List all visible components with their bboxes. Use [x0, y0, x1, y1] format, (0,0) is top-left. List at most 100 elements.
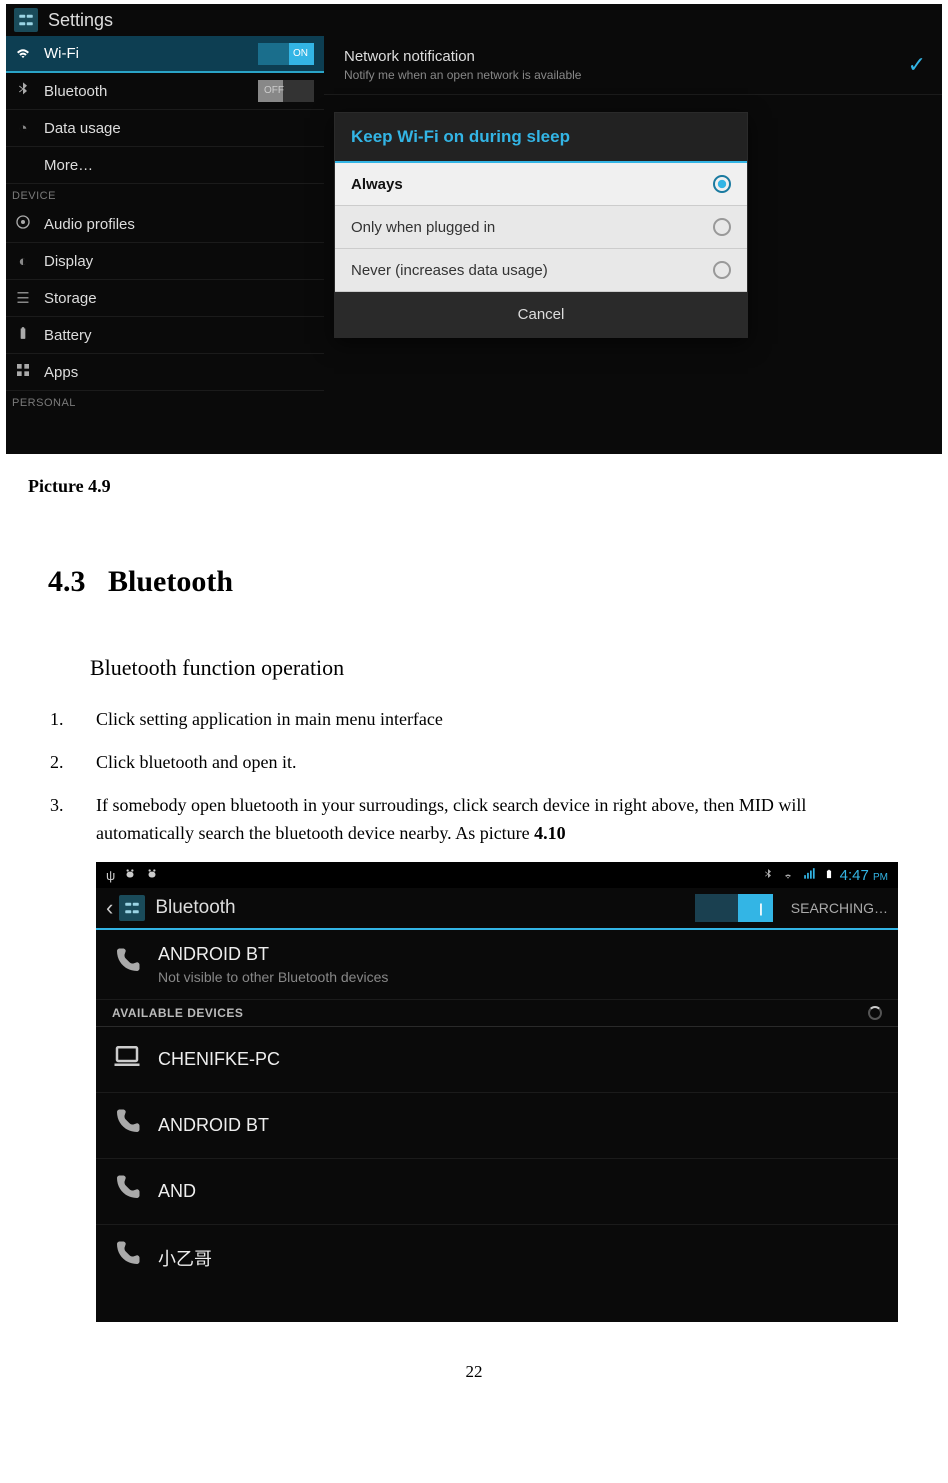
device-name: 小乙哥	[158, 1245, 212, 1271]
device-row[interactable]: ANDROID BT	[96, 1093, 898, 1159]
radio-selected-icon	[713, 175, 731, 193]
bluetooth-searching-status: SEARCHING…	[791, 900, 888, 916]
settings-title: Settings	[48, 10, 113, 31]
network-notification-title: Network notification	[344, 48, 894, 65]
step-number: 3.	[50, 791, 96, 849]
sidebar-item-bluetooth[interactable]: Bluetooth OFF	[6, 73, 324, 110]
status-time: 4:47 PM	[840, 867, 888, 884]
wifi-status-icon	[780, 867, 796, 884]
picture-4-10: ψ 4:	[96, 862, 898, 1322]
sidebar-label-battery: Battery	[44, 327, 314, 344]
sidebar-item-storage[interactable]: ☰ Storage	[6, 280, 324, 317]
back-icon[interactable]: ‹	[106, 895, 113, 921]
available-devices-heading: AVAILABLE DEVICES	[96, 1000, 898, 1027]
device-row[interactable]: AND	[96, 1159, 898, 1225]
settings-sidebar: Wi-Fi ON Bluetooth OFF ◔ Data usage More	[6, 36, 324, 454]
phone-icon	[112, 1173, 158, 1210]
dialog-option-label: Never (increases data usage)	[351, 262, 548, 279]
device-name: AND	[158, 1181, 196, 1202]
section-number: 4.3	[48, 565, 86, 598]
dialog-option-label: Always	[351, 176, 403, 193]
spinner-icon	[868, 1006, 882, 1020]
my-device-name: ANDROID BT	[158, 944, 388, 965]
dialog-cancel-button[interactable]: Cancel	[335, 292, 747, 337]
settings-app-icon	[14, 8, 38, 32]
phone-icon	[112, 1107, 158, 1144]
sidebar-label-audio: Audio profiles	[44, 216, 314, 233]
radio-unselected-icon	[713, 261, 731, 279]
step-3: 3. If somebody open bluetooth in your su…	[50, 791, 948, 849]
settings-content: Network notification Notify me when an o…	[324, 36, 942, 454]
step-text: Click bluetooth and open it.	[96, 748, 948, 777]
status-bar: ψ 4:	[96, 862, 898, 888]
section-heading: 4.3 Bluetooth	[48, 565, 948, 599]
sidebar-label-wifi: Wi-Fi	[44, 45, 248, 62]
wifi-toggle[interactable]: ON	[258, 43, 314, 65]
bluetooth-title: Bluetooth	[155, 897, 694, 919]
step-text: Click setting application in main menu i…	[96, 705, 948, 734]
steps-list: 1. Click setting application in main men…	[50, 705, 948, 848]
battery-icon	[12, 326, 34, 344]
device-row[interactable]: 小乙哥	[96, 1225, 898, 1290]
sidebar-item-apps[interactable]: Apps	[6, 354, 324, 391]
sidebar-label-data-usage: Data usage	[44, 120, 314, 137]
apps-icon	[12, 362, 34, 382]
debug-icon	[145, 867, 159, 884]
bluetooth-icon	[12, 81, 34, 101]
sidebar-item-more[interactable]: More…	[6, 147, 324, 184]
settings-app-icon[interactable]	[119, 895, 145, 921]
sidebar-item-battery[interactable]: Battery	[6, 317, 324, 354]
debug-icon	[123, 867, 137, 884]
signal-icon	[802, 867, 818, 884]
phone-icon	[112, 946, 158, 983]
storage-icon: ☰	[12, 289, 34, 307]
step-number: 2.	[50, 748, 96, 777]
bluetooth-toggle[interactable]: |	[695, 894, 773, 922]
sidebar-item-audio[interactable]: Audio profiles	[6, 206, 324, 243]
dialog-option-label: Only when plugged in	[351, 219, 495, 236]
usb-icon: ψ	[106, 868, 115, 883]
sidebar-item-display[interactable]: ◐ Display	[6, 243, 324, 280]
checkmark-icon[interactable]: ✓	[908, 52, 926, 78]
sidebar-label-storage: Storage	[44, 290, 314, 307]
step-number: 1.	[50, 705, 96, 734]
wifi-icon	[12, 43, 34, 65]
step-2: 2. Click bluetooth and open it.	[50, 748, 948, 777]
dialog-title: Keep Wi-Fi on during sleep	[335, 113, 747, 163]
picture-4-9-caption: Picture 4.9	[28, 476, 948, 497]
settings-titlebar: Settings	[6, 4, 942, 36]
sidebar-item-wifi[interactable]: Wi-Fi ON	[6, 36, 324, 73]
device-name: ANDROID BT	[158, 1115, 269, 1136]
network-notification-subtitle: Notify me when an open network is availa…	[344, 68, 894, 82]
data-usage-icon: ◔	[12, 120, 34, 137]
device-row[interactable]: CHENIFKE-PC	[96, 1027, 898, 1093]
device-name: CHENIFKE-PC	[158, 1049, 280, 1070]
wifi-sleep-dialog: Keep Wi-Fi on during sleep Always Only w…	[334, 112, 748, 338]
network-notification-row[interactable]: Network notification Notify me when an o…	[324, 36, 942, 95]
bluetooth-toggle[interactable]: OFF	[258, 80, 314, 102]
sidebar-heading-device: DEVICE	[6, 184, 324, 206]
phone-icon	[112, 1239, 158, 1276]
display-icon: ◐	[12, 253, 34, 270]
subheading: Bluetooth function operation	[90, 655, 948, 681]
page-number: 22	[0, 1362, 948, 1402]
laptop-icon	[112, 1041, 158, 1078]
section-title: Bluetooth	[108, 565, 233, 598]
dialog-option-plugged[interactable]: Only when plugged in	[335, 206, 747, 249]
sidebar-label-more: More…	[44, 157, 314, 174]
radio-unselected-icon	[713, 218, 731, 236]
sidebar-label-display: Display	[44, 253, 314, 270]
picture-4-9: Settings Wi-Fi ON Bluetooth OFF	[6, 4, 942, 454]
dialog-option-always[interactable]: Always	[335, 163, 747, 206]
sidebar-item-data-usage[interactable]: ◔ Data usage	[6, 110, 324, 147]
sidebar-heading-personal: PERSONAL	[6, 391, 324, 413]
step-text: If somebody open bluetooth in your surro…	[96, 791, 948, 849]
my-device-row[interactable]: ANDROID BT Not visible to other Bluetoot…	[96, 930, 898, 1000]
sidebar-label-apps: Apps	[44, 364, 314, 381]
bluetooth-status-icon	[762, 867, 774, 884]
my-device-subtitle: Not visible to other Bluetooth devices	[158, 969, 388, 985]
dialog-option-never[interactable]: Never (increases data usage)	[335, 249, 747, 292]
audio-icon	[12, 214, 34, 234]
sidebar-label-bluetooth: Bluetooth	[44, 83, 248, 100]
step-1: 1. Click setting application in main men…	[50, 705, 948, 734]
